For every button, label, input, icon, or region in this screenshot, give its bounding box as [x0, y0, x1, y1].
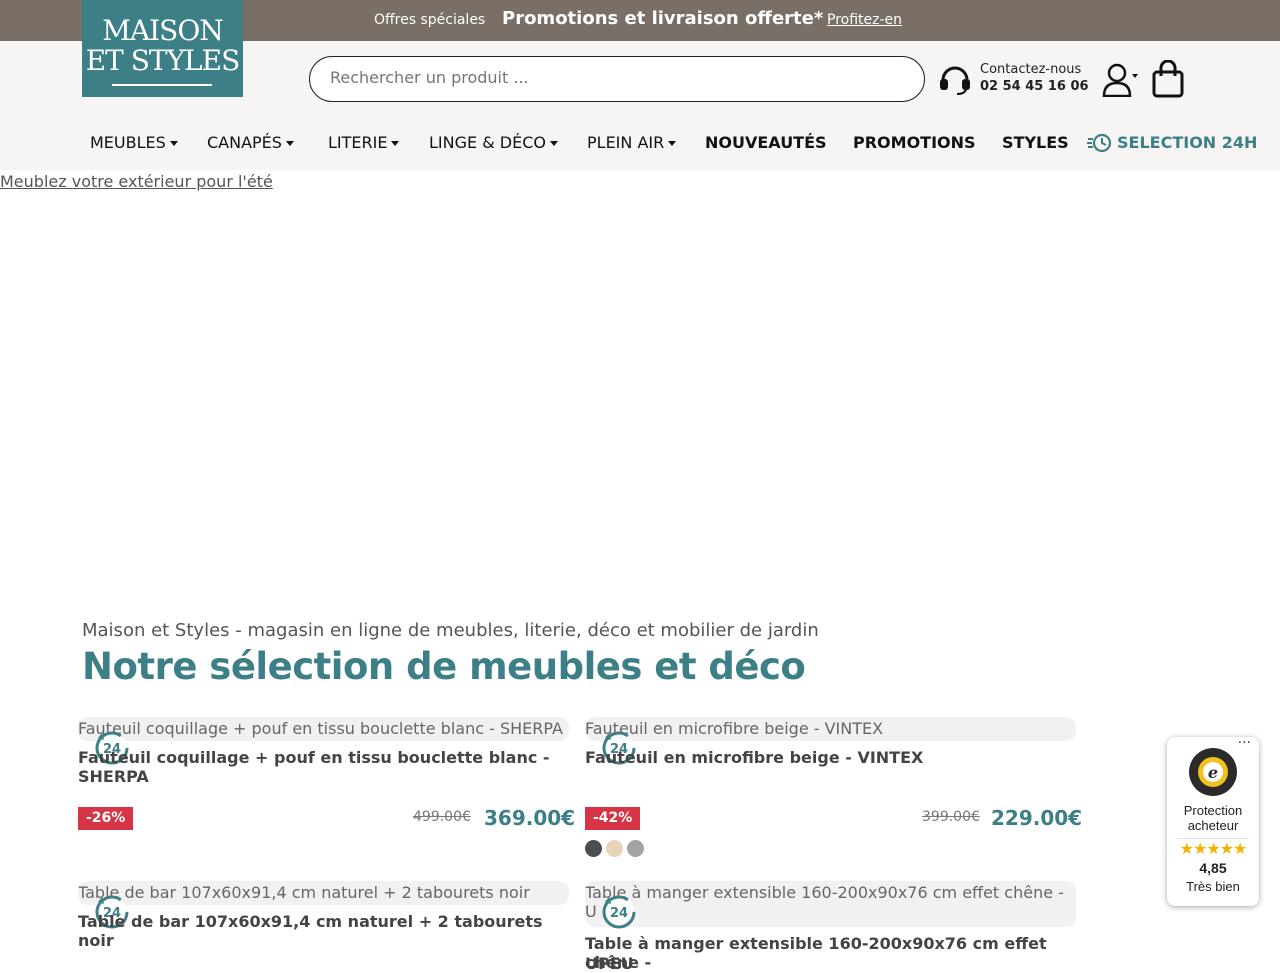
- product-image[interactable]: Table de bar 107x60x91,4 cm naturel + 2 …: [78, 881, 569, 905]
- product-image[interactable]: Table à manger extensible 160-200x90x76 …: [585, 881, 1076, 927]
- nav-label: MEUBLES: [90, 133, 166, 152]
- product-name[interactable]: Table à manger extensible 160-200x90x76 …: [585, 934, 1076, 972]
- discount-badge: -26%: [78, 807, 134, 830]
- product-price: 229.00€: [991, 806, 1083, 830]
- nav-plein-air[interactable]: PLEIN AIR: [587, 133, 677, 152]
- product-image[interactable]: Fauteuil coquillage + pouf en tissu bouc…: [78, 717, 569, 741]
- promo-cta-link[interactable]: Profitez-en: [827, 12, 902, 28]
- page-title: Notre sélection de meubles et déco: [82, 645, 806, 688]
- page-subtitle: Maison et Styles - magasin en ligne de m…: [82, 620, 819, 641]
- product-image-alt: Table à manger extensible 160-200x90x76 …: [585, 883, 1064, 921]
- product-image-alt: Fauteuil coquillage + pouf en tissu bouc…: [78, 719, 563, 738]
- product-name[interactable]: Fauteuil coquillage + pouf en tissu bouc…: [78, 748, 569, 786]
- svg-text:e: e: [1208, 763, 1218, 782]
- more-options-icon[interactable]: ···: [1238, 735, 1251, 751]
- nav-literie[interactable]: LITERIE: [328, 133, 400, 152]
- nav-meubles[interactable]: MEUBLES: [90, 133, 178, 152]
- nav-selection-24h[interactable]: SELECTION 24H: [1117, 133, 1257, 152]
- trusted-shops-seal-icon: e: [1189, 748, 1237, 796]
- trusted-shops-widget[interactable]: ··· e Protection acheteur ★★★★★ 4,85 Trè…: [1167, 735, 1259, 906]
- old-price: 499.00€: [413, 809, 471, 825]
- product-price: 369.00€: [484, 806, 576, 830]
- headset-icon[interactable]: [938, 62, 972, 96]
- product-name[interactable]: Fauteuil en microfibre beige - VINTEX: [585, 748, 923, 767]
- nav-linge-deco[interactable]: LINGE & DÉCO: [429, 133, 558, 152]
- caret-down-icon: [391, 141, 400, 146]
- caret-down-icon: [549, 141, 558, 146]
- rating-score: 4,85: [1199, 860, 1227, 876]
- delivery-24h-icon: 24: [602, 895, 636, 929]
- color-swatch-beige[interactable]: [606, 840, 623, 857]
- logo-underline: [112, 84, 212, 86]
- nav-label: LITERIE: [328, 133, 388, 152]
- search-input[interactable]: [330, 68, 890, 87]
- nav-label: LINGE & DÉCO: [429, 133, 546, 152]
- color-swatch-dark-grey[interactable]: [585, 840, 602, 857]
- old-price: 399.00€: [922, 809, 980, 825]
- nav-canapes[interactable]: CANAPÉS: [207, 133, 294, 152]
- product-image-alt: Table de bar 107x60x91,4 cm naturel + 2 …: [78, 883, 530, 902]
- fast-clock-icon: [1087, 133, 1112, 153]
- caret-down-icon: [668, 141, 677, 146]
- search-bar[interactable]: [309, 56, 925, 102]
- promo-headline: Promotions et livraison offerte*: [502, 8, 824, 29]
- nav-label: PLEIN AIR: [587, 133, 665, 152]
- badge-24-text: 24: [610, 906, 628, 921]
- site-logo[interactable]: MAISON ET STYLES: [82, 0, 243, 97]
- product-name-line2[interactable]: UPEU: [585, 954, 634, 973]
- rating-stars-icon: ★★★★★: [1179, 839, 1248, 858]
- buyer-protection-label: Protection acheteur: [1183, 803, 1243, 833]
- user-account-icon[interactable]: [1102, 63, 1140, 97]
- nav-nouveautes[interactable]: NOUVEAUTÉS: [705, 133, 827, 152]
- nav-label: CANAPÉS: [207, 133, 282, 152]
- product-name[interactable]: Table de bar 107x60x91,4 cm naturel + 2 …: [78, 912, 569, 950]
- nav-styles[interactable]: STYLES: [1002, 133, 1069, 152]
- rating-label: Très bien: [1186, 879, 1240, 894]
- caret-down-icon: [285, 141, 294, 146]
- contact-phone[interactable]: 02 54 45 16 06: [980, 79, 1089, 94]
- logo-line1: MAISON: [102, 14, 224, 47]
- contact-label[interactable]: Contactez-nous: [980, 62, 1081, 77]
- product-image[interactable]: Fauteuil en microfibre beige - VINTEX: [585, 717, 1076, 741]
- caret-down-icon: [169, 141, 178, 146]
- promo-small-text: Offres spéciales: [374, 12, 486, 28]
- discount-badge: -42%: [585, 807, 641, 830]
- shopping-bag-icon[interactable]: [1152, 60, 1184, 98]
- nav-promotions[interactable]: PROMOTIONS: [853, 133, 976, 152]
- logo-line2: ET STYLES: [85, 44, 241, 77]
- color-swatch-grey[interactable]: [627, 840, 644, 857]
- hero-banner-link[interactable]: Meublez votre extérieur pour l'été: [0, 172, 273, 191]
